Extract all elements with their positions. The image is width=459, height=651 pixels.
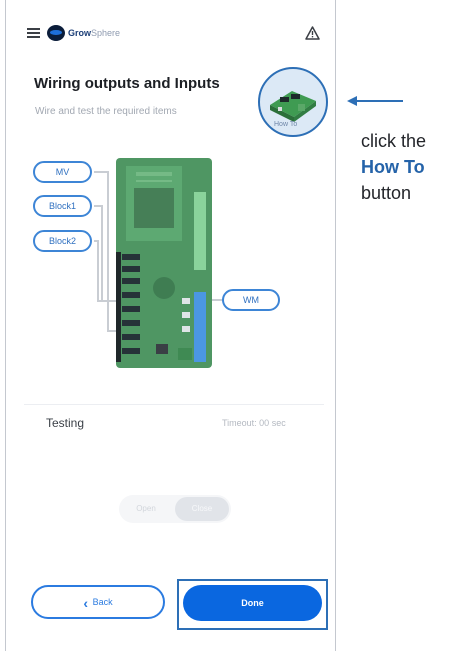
wire-riser-3 (97, 240, 99, 302)
wire-link-1 (97, 300, 117, 302)
back-button-label: Back (92, 597, 113, 607)
board-diagram (116, 166, 206, 362)
label-wm[interactable]: WM (222, 289, 280, 311)
label-block2[interactable]: Block2 (33, 230, 92, 252)
wire-mv (94, 171, 108, 173)
app-logo: GrowSphere (47, 24, 120, 42)
warning-triangle-icon[interactable] (305, 26, 320, 40)
top-bar: GrowSphere (6, 0, 335, 58)
wire-riser-2 (101, 205, 103, 302)
mobile-screen: GrowSphere Wiring outputs and Inputs Wir… (5, 0, 336, 651)
instruction-line-1: click the (361, 131, 427, 151)
instruction-line-2: How To (361, 157, 425, 177)
timeout-value: Timeout: 00 sec (222, 418, 286, 428)
page-title: Wiring outputs and Inputs (34, 75, 220, 92)
done-button[interactable]: Done (183, 585, 322, 621)
instruction-line-3: button (361, 183, 412, 203)
logo-icon (47, 25, 65, 41)
wire-riser-1 (107, 171, 109, 331)
toggle-close-option[interactable]: Close (175, 497, 229, 521)
chevron-left-icon: ‹ (83, 594, 89, 611)
open-close-toggle[interactable]: Open Close (119, 495, 231, 523)
pointer-arrow-icon (347, 96, 403, 106)
toggle-open-option[interactable]: Open (119, 495, 173, 523)
hamburger-menu-icon[interactable] (27, 28, 40, 38)
label-mv[interactable]: MV (33, 161, 92, 183)
controller-board-image (116, 158, 212, 368)
testing-label: Testing (46, 416, 85, 430)
how-to-label: How To (274, 121, 298, 128)
logo-brand: Grow (68, 28, 92, 38)
label-block1[interactable]: Block1 (33, 195, 92, 217)
logo-brand-suffix: Sphere (91, 28, 121, 38)
section-divider (24, 404, 324, 405)
back-button[interactable]: ‹ Back (31, 585, 165, 619)
page-subtitle: Wire and test the required items (35, 106, 177, 117)
instruction-callout: click the How To button (361, 128, 426, 206)
